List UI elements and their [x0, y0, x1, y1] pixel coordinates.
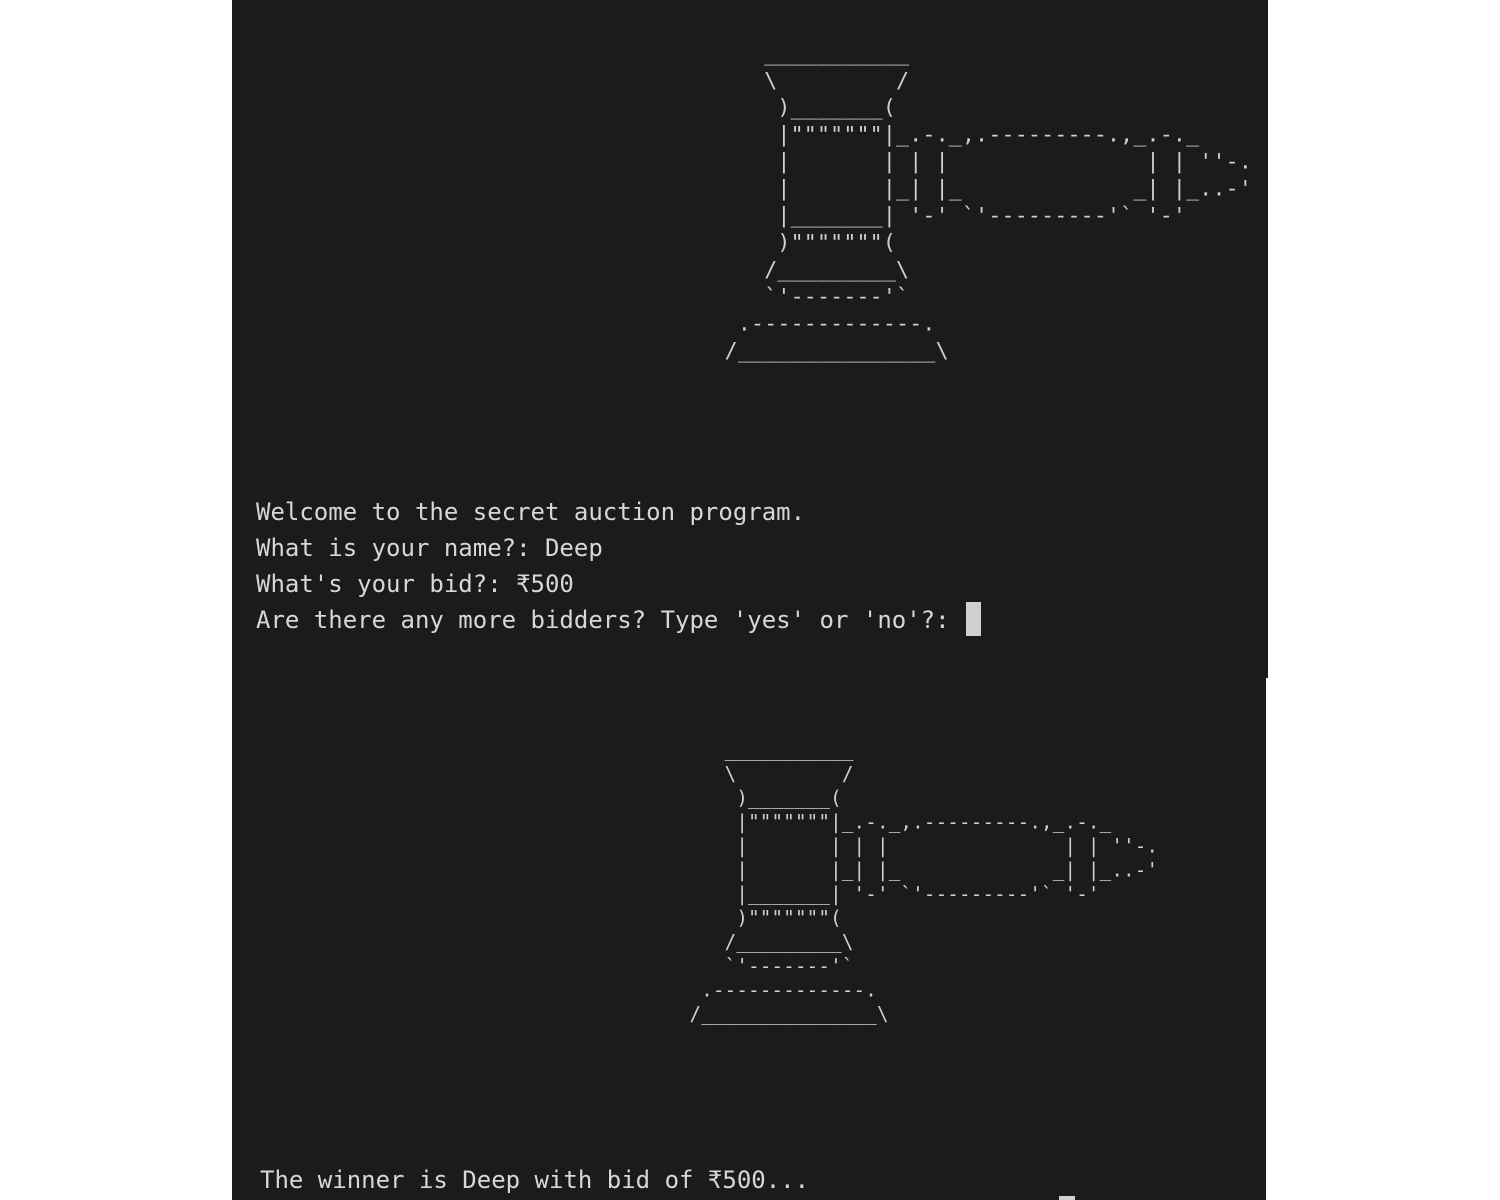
terminal-window-bottom: ___________ \ / )_______( |"""""""|_.-._…	[232, 678, 1266, 1200]
gavel-ascii-art-bottom: ___________ \ / )_______( |"""""""|_.-._…	[689, 738, 1159, 1026]
gavel-ascii-art: ___________ \ / )_______( |"""""""|_.-._…	[724, 40, 1253, 364]
more-bidders-prompt[interactable]: Are there any more bidders? Type 'yes' o…	[256, 602, 982, 638]
name-prompt-line: What is your name?: Deep	[256, 534, 603, 562]
text-cursor[interactable]	[966, 602, 982, 636]
winner-result-line: The winner is Deep with bid of ₹500...	[260, 1166, 810, 1194]
bid-prompt-line: What's your bid?: ₹500	[256, 570, 574, 598]
text-cursor-bottom[interactable]	[1059, 1196, 1075, 1200]
terminal-window-top: ___________ \ / )_______( |"""""""|_.-._…	[232, 0, 1268, 678]
welcome-line: Welcome to the secret auction program.	[256, 498, 806, 526]
more-bidders-prompt-text: Are there any more bidders? Type 'yes' o…	[256, 606, 965, 634]
